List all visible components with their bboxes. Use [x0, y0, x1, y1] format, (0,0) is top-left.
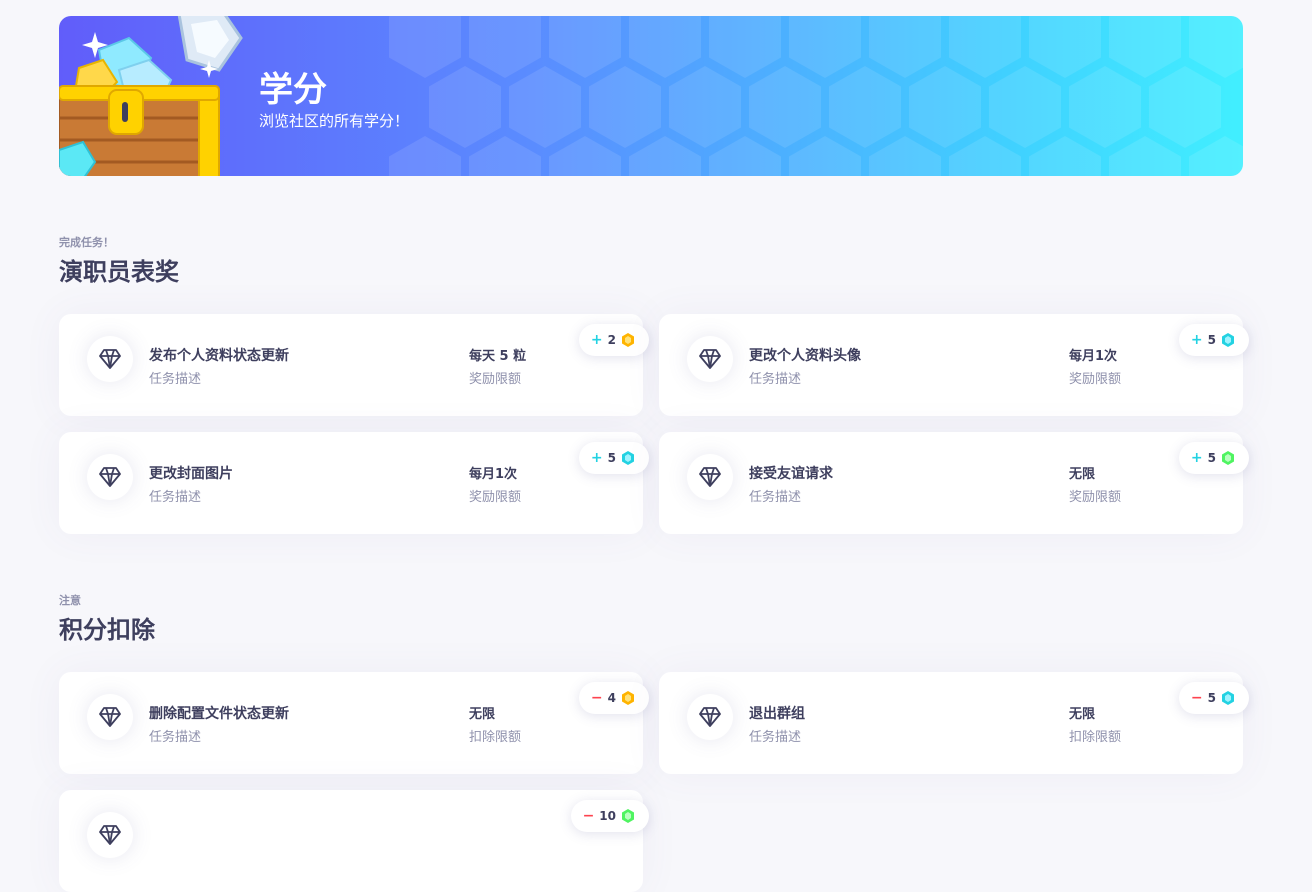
task-description: 任务描述 [149, 730, 202, 745]
deduction-task-card: 删除配置文件状态更新 任务描述 无限 扣除限额 − 4 [59, 672, 649, 774]
plus-sign: + [590, 332, 603, 348]
reward-limit: 每月1次 [469, 467, 518, 482]
gold-gem-icon [622, 691, 634, 705]
treasure-chest-icon [59, 16, 243, 176]
task-description: 任务描述 [149, 490, 202, 505]
task-name: 删除配置文件状态更新 [149, 706, 289, 722]
credit-amount: 5 [607, 451, 616, 465]
reward-limit-label: 奖励限额 [1069, 372, 1122, 387]
credit-amount: 5 [1207, 451, 1216, 465]
green-gem-icon [622, 809, 634, 823]
green-gem-icon [1222, 451, 1234, 465]
diamond-icon [687, 336, 733, 382]
deduction-limit: 无限 [1069, 707, 1096, 722]
minus-sign: − [1190, 690, 1203, 706]
blue-gem-icon [1222, 691, 1234, 705]
deduction-limit-label: 扣除限额 [469, 730, 522, 745]
credit-task-card: 接受友谊请求 任务描述 无限 奖励限额 + 5 [659, 432, 1249, 534]
plus-sign: + [590, 450, 603, 466]
section-pretitle: 注意 [59, 594, 81, 607]
task-description: 任务描述 [749, 372, 802, 387]
plus-sign: + [1190, 332, 1203, 348]
task-name: 发布个人资料状态更新 [149, 348, 289, 364]
diamond-icon [687, 694, 733, 740]
section-pretitle: 完成任务！ [59, 236, 114, 249]
task-name: 退出群组 [749, 706, 805, 722]
credit-badge: + 2 [578, 324, 649, 356]
deduction-task-card: 退出群组 任务描述 无限 扣除限额 − 5 [659, 672, 1249, 774]
reward-limit-label: 奖励限额 [1069, 490, 1122, 505]
deduction-limit-label: 扣除限额 [1069, 730, 1122, 745]
credit-amount: 5 [1207, 691, 1216, 705]
credit-badge: − 4 [578, 682, 649, 714]
credit-amount: 2 [607, 333, 616, 347]
credit-task-card: 更改封面图片 任务描述 每月1次 奖励限额 + 5 [59, 432, 649, 534]
diamond-icon [687, 454, 733, 500]
task-name: 更改封面图片 [149, 466, 233, 482]
deduction-limit: 无限 [469, 707, 496, 722]
task-name: 接受友谊请求 [749, 466, 833, 482]
banner-title: 学分 [259, 70, 327, 110]
credit-amount: 10 [599, 809, 616, 823]
diamond-icon [87, 336, 133, 382]
blue-gem-icon [622, 451, 634, 465]
task-description: 任务描述 [749, 730, 802, 745]
task-description: 任务描述 [149, 372, 202, 387]
reward-limit: 无限 [1069, 467, 1096, 482]
reward-limit-label: 奖励限额 [469, 490, 522, 505]
credit-badge: + 5 [578, 442, 649, 474]
gold-gem-icon [622, 333, 634, 347]
reward-limit: 每月1次 [1069, 349, 1118, 364]
section-title: 演职员表奖 [59, 258, 179, 286]
credit-badge: − 5 [1178, 682, 1249, 714]
reward-limit-label: 奖励限额 [469, 372, 522, 387]
credit-badge: − 10 [570, 800, 649, 832]
banner-subtitle: 浏览社区的所有学分！ [259, 112, 410, 130]
reward-limit: 每天 5 粒 [469, 349, 527, 364]
diamond-icon [87, 694, 133, 740]
diamond-icon [87, 812, 133, 858]
credit-task-card: 更改个人资料头像 任务描述 每月1次 奖励限额 + 5 [659, 314, 1249, 416]
blue-gem-icon [1222, 333, 1234, 347]
credit-amount: 4 [607, 691, 616, 705]
credit-amount: 5 [1207, 333, 1216, 347]
credit-badge: + 5 [1178, 324, 1249, 356]
credit-badge: + 5 [1178, 442, 1249, 474]
deduction-task-card: − 10 [59, 790, 649, 892]
task-description: 任务描述 [749, 490, 802, 505]
minus-sign: − [590, 690, 603, 706]
credits-banner: 学分 浏览社区的所有学分！ [59, 16, 1243, 176]
task-name: 更改个人资料头像 [749, 348, 861, 364]
plus-sign: + [1190, 450, 1203, 466]
section-title: 积分扣除 [59, 616, 155, 644]
credit-task-card: 发布个人资料状态更新 任务描述 每天 5 粒 奖励限额 + 2 [59, 314, 649, 416]
diamond-icon [87, 454, 133, 500]
